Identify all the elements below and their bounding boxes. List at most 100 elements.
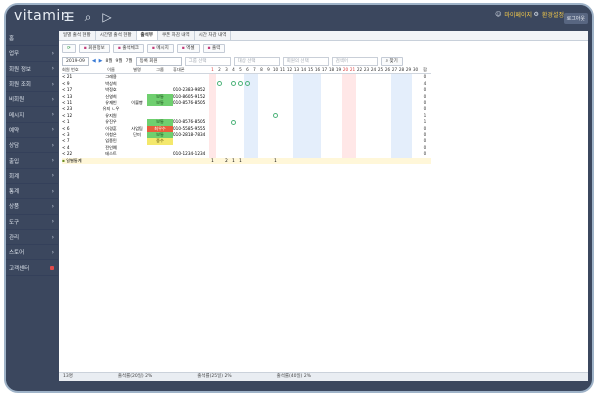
sidebar-item[interactable]: 회원 정보 › [6,62,58,77]
day-cell[interactable] [398,73,405,81]
table-row[interactable]: < 21 그레용 0 [62,73,431,81]
tab[interactable]: 시간 차감 내역 [195,31,232,40]
day-cell[interactable] [377,74,384,81]
total-header: 합 [419,67,431,75]
sidebar-item[interactable]: 예약 › [6,123,58,139]
sidebar-item[interactable]: 회원 조회 › [6,77,58,93]
day-cell[interactable] [328,74,335,81]
day-cell[interactable] [300,73,307,81]
play-icon[interactable]: ▷ [100,10,114,24]
sidebar-item[interactable]: 스토어 › [6,245,58,261]
sidebar-item[interactable]: 도구 › [6,215,58,230]
day-cell[interactable] [237,81,244,87]
day-cell[interactable] [370,74,377,81]
sidebar-item[interactable]: 홈 [6,31,58,47]
toolbar-button[interactable]: ▪ 출석체크 [112,43,144,53]
day-cell[interactable] [230,119,237,125]
tab[interactable]: 일별 출석 현황 [59,31,96,40]
day-cell[interactable] [272,113,279,119]
day-cell[interactable] [258,74,265,81]
summary-cell [342,157,349,165]
day-cell[interactable] [237,74,244,81]
day-cell[interactable] [384,74,391,81]
day-cell[interactable] [356,74,363,81]
cell-name: 그레용 [105,74,117,80]
month-link-2[interactable]: 9월 [116,58,123,64]
next-month-icon[interactable]: ▶ [99,58,103,64]
search-icon[interactable]: ⌕ [81,10,95,24]
day-cell[interactable] [223,74,230,81]
toolbar-button[interactable]: ▪ 엑셀 [176,43,200,53]
search-button[interactable]: ⌕ 찾기 [380,56,403,66]
column-header[interactable]: 휴대폰 [173,67,209,75]
day-header: 26 [384,67,391,75]
settings-button[interactable]: ⚙ 환경설정 [534,10,564,19]
month-link-3[interactable]: 7월 [126,58,133,64]
tab[interactable]: 시간별 출석 현황 [96,31,137,40]
day-cell[interactable] [272,74,279,81]
sidebar-item[interactable]: 회계 › [6,169,58,184]
menu-icon[interactable]: ☰ [62,10,76,24]
day-cell[interactable] [279,74,286,81]
day-cell[interactable] [335,74,342,81]
month-link-1[interactable]: 8월 [106,58,113,64]
logout-button[interactable]: 로그아웃 [563,13,588,24]
day-cell[interactable] [265,74,272,81]
column-header[interactable]: 별명 [127,67,147,75]
day-cell[interactable] [321,74,328,81]
user-menu[interactable]: ☺ 마이페이지 [495,10,532,19]
day-cell[interactable] [216,74,223,81]
toolbar: ⟳ ▪ 회원정보 ▪ 출석체크 ▪ 메시지 ▪ 엑셀 ▪ 출력 [59,41,588,55]
sidebar-item[interactable]: 관리 › [6,230,58,246]
sidebar-item[interactable]: 업무 › [6,46,58,62]
day-cell[interactable] [293,73,300,81]
day-cell[interactable] [363,74,370,81]
summary-cell [216,157,223,165]
cell-phone [173,74,209,81]
sidebar-item[interactable]: 상품 › [6,199,58,215]
sidebar-item[interactable]: 메시지 › [6,107,58,123]
day-cell[interactable] [342,73,349,81]
day-cell[interactable] [230,74,237,81]
tab[interactable]: 쿠폰 차감 내역 [158,31,195,40]
column-header[interactable]: 회원 번호 [62,67,95,75]
sidebar-item[interactable]: 고객센터 [6,260,58,276]
attendance-mark-icon [231,119,236,125]
sidebar-item[interactable]: 출입 › [6,153,58,169]
day-cell[interactable] [230,81,237,87]
tab[interactable]: 출석부 [136,31,158,40]
toolbar-button[interactable]: ▪ 회원정보 [78,43,110,53]
search-input[interactable]: 검색어 [331,56,378,66]
day-cell[interactable] [391,73,398,81]
summary-cell [265,157,272,165]
day-cell[interactable] [286,74,293,81]
target-select[interactable]: 대상 선택 [233,56,280,66]
toolbar-button[interactable]: ▪ 출력 [202,43,226,53]
sidebar-item[interactable]: 통계 › [6,184,58,200]
refresh-icon[interactable]: ⟳ [62,43,76,53]
column-header[interactable]: 그룹 [147,67,173,75]
day-cell[interactable] [216,81,223,87]
toolbar-button[interactable]: ▪ 메시지 [146,43,174,53]
day-cell[interactable] [349,73,356,81]
summary-cell [384,157,391,165]
month-input[interactable]: 2019-09 [62,56,89,66]
summary-label: ▪ 일별통계 [62,157,209,165]
group-select[interactable]: 그룹 선택 [184,56,231,66]
day-cell[interactable] [244,73,251,81]
column-header[interactable]: 이름 [95,67,127,75]
day-cell[interactable] [412,74,419,81]
prev-month-icon[interactable]: ◀ [92,58,96,64]
day-cell[interactable] [314,73,321,81]
day-cell[interactable] [307,73,314,81]
day-cell[interactable] [244,80,251,88]
sidebar-item[interactable]: 비회원 › [6,92,58,108]
sidebar-item-label: 비회원 [9,97,25,104]
member-select[interactable]: 회원의 선택 [282,56,329,66]
chevron-right-icon: › [51,248,54,256]
day-cell[interactable] [405,73,412,81]
day-cell[interactable] [251,73,258,81]
sidebar-item[interactable]: 상담 › [6,138,58,154]
day-cell[interactable] [209,73,216,81]
member-filter-select[interactable]: 등록 회원 [135,56,182,66]
